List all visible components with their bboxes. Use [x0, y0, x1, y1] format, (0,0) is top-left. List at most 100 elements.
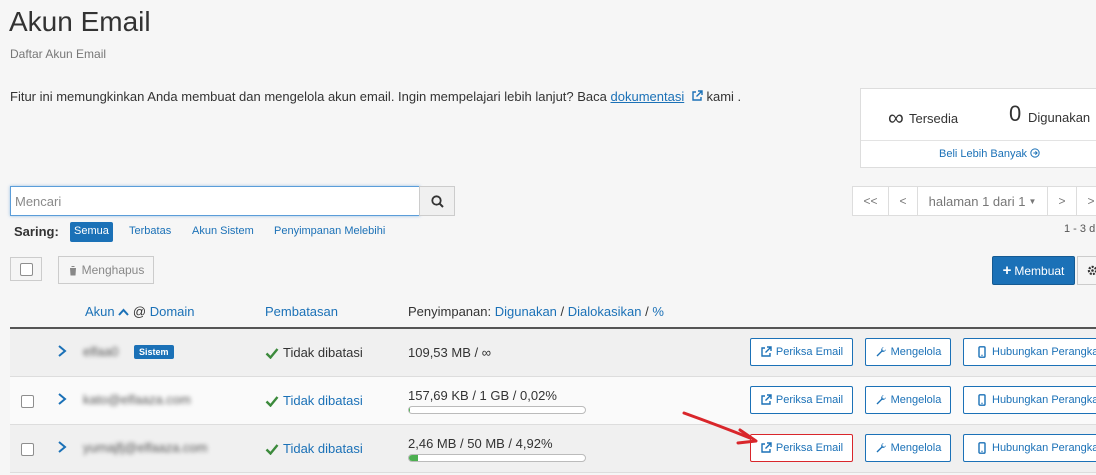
stats-divider [861, 140, 1096, 141]
sort-restriction-link[interactable]: Pembatasan [265, 304, 338, 319]
external-link-icon[interactable] [691, 90, 703, 102]
account-name: kato@elfaaza.com [83, 392, 191, 407]
filter-system-accounts[interactable]: Akun Sistem [188, 222, 258, 242]
wrench-icon [876, 443, 886, 453]
intro-text: Fitur ini memungkinkan Anda membuat dan … [10, 89, 741, 104]
page-select-label: halaman 1 dari 1 [928, 193, 1026, 209]
restriction-status[interactable]: Tidak dibatasi [265, 393, 363, 408]
storage-usage: 157,69 KB / 1 GB / 0,02% [408, 388, 557, 403]
settings-button[interactable] [1077, 256, 1096, 285]
sort-domain-link[interactable]: Domain [150, 304, 195, 319]
header-storage: Penyimpanan: Digunakan / Dialokasikan / … [408, 304, 664, 319]
connect-device-label: Hubungkan Perangkat [992, 394, 1096, 406]
account-stats-panel: ∞ Tersedia 0 Digunakan Beli Lebih Banyak [860, 88, 1096, 168]
manage-button[interactable]: Mengelola [865, 434, 951, 462]
manage-button[interactable]: Mengelola [865, 386, 951, 414]
restriction-status[interactable]: Tidak dibatasi [265, 441, 363, 456]
caret-down-icon: ▼ [1028, 196, 1037, 206]
next-page-button[interactable]: > [1047, 186, 1077, 216]
search-input[interactable] [10, 186, 420, 216]
storage-progress-fill [409, 407, 411, 413]
documentation-link[interactable]: dokumentasi [611, 89, 685, 104]
search-button[interactable] [419, 186, 455, 216]
page-subtitle: Daftar Akun Email [10, 47, 107, 61]
first-page-button[interactable]: << [852, 186, 889, 216]
available-label: Tersedia [909, 111, 959, 126]
check-email-label: Periksa Email [775, 394, 844, 406]
table-row: yumajfj@elfaaza.com Tidak dibatasi 2,46 … [10, 425, 1096, 473]
manage-button[interactable]: Mengelola [865, 338, 951, 366]
manage-label: Mengelola [890, 442, 942, 454]
used-count: 0 [1009, 101, 1022, 126]
connect-device-label: Hubungkan Perangkat [992, 442, 1096, 454]
row-checkbox[interactable] [21, 395, 34, 408]
buy-more-label[interactable]: Beli Lebih Banyak [939, 148, 1027, 160]
connect-device-button[interactable]: Hubungkan Perangkat [963, 434, 1096, 462]
sort-used-link[interactable]: Digunakan [495, 304, 557, 319]
restriction-text[interactable]: Tidak dibatasi [283, 393, 363, 408]
create-button[interactable]: + Membuat [992, 256, 1075, 285]
header-account[interactable]: Akun @ Domain [85, 304, 195, 319]
connect-device-button[interactable]: Hubungkan Perangkat [963, 386, 1096, 414]
storage-progress-bar [408, 406, 586, 414]
wrench-icon [876, 395, 886, 405]
storage-prefix: Penyimpanan: [408, 304, 492, 319]
connect-device-label: Hubungkan Perangkat [992, 346, 1096, 358]
check-email-button[interactable]: Periksa Email [750, 338, 853, 366]
sort-account-link[interactable]: Akun [85, 304, 115, 319]
delete-button[interactable]: Menghapus [58, 256, 154, 284]
sort-allocated-link[interactable]: Dialokasikan [568, 304, 642, 319]
select-all-checkbox[interactable] [19, 262, 33, 276]
pagination: << < halaman 1 dari 1 ▼ > > [852, 186, 1096, 216]
circle-arrow-right-icon [1030, 148, 1040, 158]
restriction-text[interactable]: Tidak dibatasi [283, 441, 363, 456]
last-page-button[interactable]: > [1076, 186, 1096, 216]
prev-page-button[interactable]: < [888, 186, 918, 216]
storage-usage: 2,46 MB / 50 MB / 4,92% [408, 436, 553, 451]
red-annotation-arrow-icon [682, 411, 758, 445]
chevron-right-icon[interactable] [56, 344, 68, 358]
gear-icon [1087, 265, 1096, 276]
sort-percent-link[interactable]: % [652, 304, 664, 319]
delete-label: Menghapus [81, 263, 145, 277]
email-accounts-table: Akun @ Domain Pembatasan Penyimpanan: Di… [10, 296, 1096, 473]
account-name: yumajfj@elfaaza.com [83, 440, 208, 455]
manage-label: Mengelola [890, 346, 942, 358]
mobile-icon [978, 346, 986, 358]
page-title: Akun Email [9, 6, 151, 37]
page-select[interactable]: halaman 1 dari 1 ▼ [917, 186, 1048, 216]
check-icon [265, 443, 279, 455]
connect-device-button[interactable]: Hubungkan Perangkat [963, 338, 1096, 366]
select-all-wrapper[interactable] [10, 257, 42, 281]
storage-sep-1: / [560, 304, 565, 319]
available-infinity: ∞ [888, 105, 904, 130]
check-email-label: Periksa Email [775, 442, 844, 454]
mobile-icon [978, 442, 986, 454]
manage-label: Mengelola [890, 394, 942, 406]
result-range: 1 - 3 d [1064, 223, 1096, 235]
intro-text-body: Fitur ini memungkinkan Anda membuat dan … [10, 89, 611, 104]
check-email-button[interactable]: Periksa Email [750, 386, 853, 414]
create-label: Membuat [1014, 263, 1065, 278]
filter-all[interactable]: Semua [70, 222, 113, 242]
account-name: elfaa0 [83, 344, 119, 359]
trash-icon [68, 265, 77, 275]
check-email-button[interactable]: Periksa Email [750, 434, 853, 462]
storage-progress-bar [408, 454, 586, 462]
check-icon [265, 395, 279, 407]
buy-more-link[interactable]: Beli Lebih Banyak [939, 148, 1040, 160]
filter-storage-exceeded[interactable]: Penyimpanan Melebihi [270, 222, 389, 242]
table-row: kato@elfaaza.com Tidak dibatasi 157,69 K… [10, 377, 1096, 425]
filter-label: Saring: [14, 224, 59, 239]
search-icon [430, 194, 444, 208]
chevron-right-icon[interactable] [56, 440, 68, 454]
storage-progress-fill [409, 455, 418, 461]
filter-restricted[interactable]: Terbatas [125, 222, 175, 242]
intro-suffix: kami . [702, 89, 742, 104]
check-icon [265, 347, 279, 359]
row-checkbox[interactable] [21, 443, 34, 456]
table-row: elfaa0 Sistem Tidak dibatasi 109,53 MB /… [10, 329, 1096, 377]
chevron-right-icon[interactable] [56, 392, 68, 406]
table-header: Akun @ Domain Pembatasan Penyimpanan: Di… [10, 296, 1096, 329]
header-restriction[interactable]: Pembatasan [265, 304, 338, 319]
